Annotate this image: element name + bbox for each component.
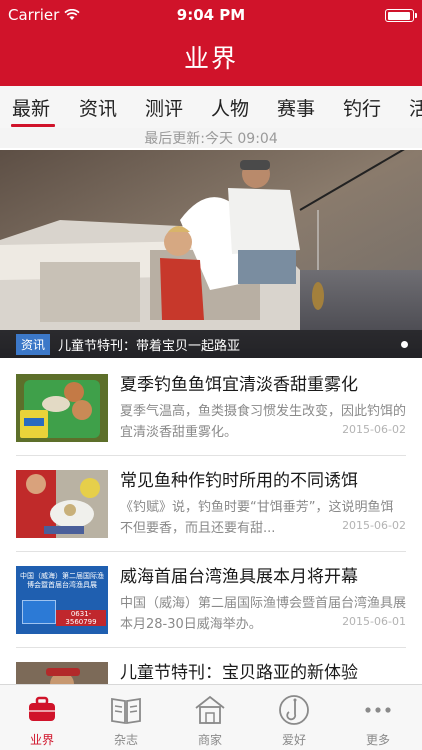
article-summary: 夏季气温高，鱼类摄食习惯发生改变，因此钓饵的宜清淡香甜重雾化。 bbox=[120, 404, 406, 440]
carousel-dot[interactable] bbox=[401, 341, 408, 348]
thumbnail-phone: 0631-3560799 bbox=[56, 610, 106, 626]
more-icon bbox=[365, 707, 391, 713]
article-date: 2015-06-01 bbox=[336, 615, 406, 628]
article-title: 儿童节特刊：宝贝路亚的新体验 bbox=[120, 663, 358, 683]
active-tab-indicator bbox=[11, 124, 55, 127]
bottom-tab-magazine[interactable]: 杂志 bbox=[84, 685, 168, 750]
tab-reviews[interactable]: 测评 bbox=[145, 94, 183, 121]
book-icon bbox=[111, 697, 141, 725]
bottom-tab-label: 更多 bbox=[365, 733, 390, 747]
bottom-tab-hobby[interactable]: 爱好 bbox=[252, 685, 336, 750]
thumbnail-banner-text: 中国（威海）第二届国际渔博会暨首届台湾渔具展 bbox=[20, 572, 104, 589]
briefcase-icon bbox=[29, 696, 55, 721]
article-thumbnail: 中国（威海）第二届国际渔博会暨首届台湾渔具展 0631-3560799 bbox=[16, 566, 108, 634]
article-title: 夏季钓鱼鱼饵宜清淡香甜重雾化 bbox=[120, 375, 358, 395]
bottom-tab-more[interactable]: 更多 bbox=[336, 685, 420, 750]
tab-events[interactable]: 赛事 bbox=[277, 94, 315, 121]
article-item[interactable]: 夏季钓鱼鱼饵宜清淡香甜重雾化 夏季气温高，鱼类摄食习惯发生改变，因此钓饵的宜清淡… bbox=[16, 360, 406, 456]
bottom-tab-industry[interactable]: 业界 bbox=[0, 685, 84, 750]
bottom-tab-label: 业界 bbox=[29, 733, 54, 747]
clock: 9:04 PM bbox=[176, 6, 246, 24]
bottom-tab-label: 商家 bbox=[197, 733, 222, 747]
hero-caption: 儿童节特刊：带着宝贝一起路亚 bbox=[58, 338, 241, 354]
article-title: 威海首届台湾渔具展本月将开幕 bbox=[120, 567, 358, 587]
bottom-tab-label: 爱好 bbox=[281, 733, 306, 747]
article-thumbnail bbox=[16, 374, 108, 442]
store-icon bbox=[195, 695, 225, 724]
tab-activities[interactable]: 活 bbox=[409, 94, 422, 121]
article-summary: 中国（威海）第二届国际渔博会暨首届台湾渔具展本月28-30日威海举办。 bbox=[120, 596, 406, 632]
hero-caption-bar: 资讯 儿童节特刊：带着宝贝一起路亚 bbox=[0, 330, 422, 358]
bottom-tab-bar: 业界 杂志 商家 爱好 更多 bbox=[0, 684, 422, 750]
article-date: 2015-06-02 bbox=[336, 423, 406, 436]
category-tabs[interactable]: 最新 资讯 测评 人物 赛事 钓行 活 bbox=[0, 86, 422, 128]
tab-news[interactable]: 资讯 bbox=[79, 94, 117, 121]
tab-people[interactable]: 人物 bbox=[211, 94, 249, 121]
hook-icon bbox=[279, 695, 309, 725]
battery-icon bbox=[385, 9, 417, 22]
thumbnail-map bbox=[22, 600, 56, 624]
article-summary: 《钓赋》说，钓鱼时要“甘饵垂芳”，这说明鱼饵不但要香，而且还要有甜... bbox=[120, 500, 394, 536]
bottom-tab-merchants[interactable]: 商家 bbox=[168, 685, 252, 750]
article-title: 常见鱼种作钓时所用的不同诱饵 bbox=[120, 471, 358, 491]
carousel-page-indicator[interactable] bbox=[401, 341, 408, 348]
hero-category-badge: 资讯 bbox=[16, 333, 51, 355]
article-item[interactable]: 常见鱼种作钓时所用的不同诱饵 《钓赋》说，钓鱼时要“甘饵垂芳”，这说明鱼饵不但要… bbox=[16, 456, 406, 552]
article-item[interactable]: 中国（威海）第二届国际渔博会暨首届台湾渔具展 0631-3560799 威海首届… bbox=[16, 552, 406, 648]
navigation-bar: 业界 bbox=[0, 30, 422, 86]
hero-image bbox=[0, 150, 422, 358]
article-thumbnail bbox=[16, 470, 108, 538]
tab-latest[interactable]: 最新 bbox=[12, 94, 50, 121]
status-bar: Carrier 9:04 PM bbox=[0, 0, 422, 30]
article-date: 2015-06-02 bbox=[336, 519, 406, 532]
hero-carousel[interactable]: 资讯 儿童节特刊：带着宝贝一起路亚 bbox=[0, 150, 422, 358]
tab-trips[interactable]: 钓行 bbox=[343, 94, 381, 121]
bottom-tab-label: 杂志 bbox=[113, 733, 138, 747]
last-updated-label: 最后更新:今天 09:04 bbox=[0, 128, 422, 148]
page-title: 业界 bbox=[183, 44, 238, 73]
